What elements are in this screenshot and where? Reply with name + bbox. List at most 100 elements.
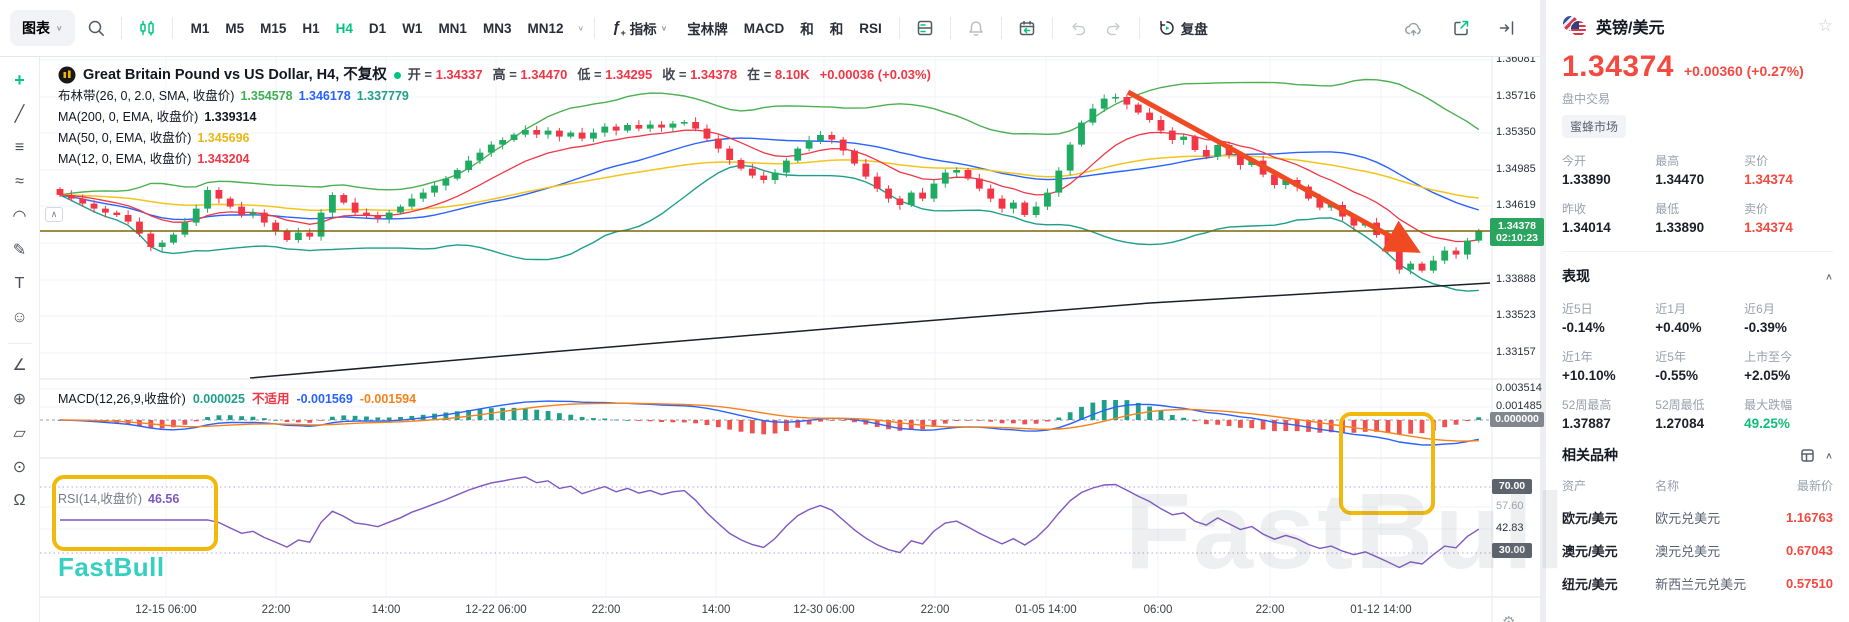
timeframe-h1[interactable]: H1 xyxy=(294,14,327,43)
pair-title: 英镑/美元 xyxy=(1596,14,1664,38)
timeframe-m1[interactable]: M1 xyxy=(183,14,218,43)
chart-type-button[interactable] xyxy=(132,12,162,44)
rsi-legend[interactable]: RSI(14,收盘价)46.56 xyxy=(58,488,179,507)
related-table-header: 资产名称最新价 xyxy=(1562,477,1833,494)
performance-cell: 近5日-0.14% xyxy=(1562,300,1655,335)
related-table: 欧元/美元欧元兑美元1.16763 澳元/美元澳元兑美元0.67043 纽元/美元新… xyxy=(1562,508,1833,593)
timeframe-d1[interactable]: D1 xyxy=(361,14,394,43)
share-button[interactable] xyxy=(1446,12,1476,44)
quote-sidebar: 英镑/美元 ☆ 1.34374 +0.00360 (+0.27%) 盘中交易 蜜… xyxy=(1546,0,1849,622)
currency-pair-flag-icon xyxy=(1562,15,1588,37)
text-tool-icon[interactable]: T xyxy=(5,269,35,299)
indicator-shortcut-3[interactable]: 和 xyxy=(823,12,851,44)
time-label: 14:00 xyxy=(372,604,401,616)
related-row[interactable]: 欧元/美元欧元兑美元1.16763 xyxy=(1562,508,1833,527)
session-label: 盘中交易 xyxy=(1562,90,1833,107)
axis-label: 1.33523 xyxy=(1496,309,1536,321)
time-label: 22:00 xyxy=(921,604,950,616)
collapse-panel-button[interactable] xyxy=(1492,12,1522,44)
chevron-up-icon[interactable]: ∧ xyxy=(1825,450,1833,460)
cloud-save-button[interactable] xyxy=(1398,12,1430,44)
undo-icon xyxy=(1068,18,1088,38)
indicator-shortcut-0[interactable]: 宝林牌 xyxy=(680,12,735,44)
curve-tool-icon[interactable]: ◠ xyxy=(5,201,35,231)
related-row[interactable]: 澳元/美元澳元兑美元0.67043 xyxy=(1562,541,1833,560)
time-label: 01-05 14:00 xyxy=(1015,604,1076,616)
indicator-shortcut-2[interactable]: 和 xyxy=(793,12,821,44)
timeframe-m15[interactable]: M15 xyxy=(252,14,294,43)
function-icon: ƒ+ xyxy=(612,19,626,38)
quote-stats-grid: 今开1.33890最高1.34470买价1.34374昨收1.34014最低1.… xyxy=(1562,152,1833,235)
related-col-header: 资产 xyxy=(1562,477,1655,494)
top-toolbar: 图表 ∨ M1M5M15H1H4D1W1MN1MN3MN12 ∨ ƒ+ 指标 ∨… xyxy=(0,0,1540,57)
eraser-tool-icon[interactable]: ▱ xyxy=(5,418,35,448)
time-label: 12-22 06:00 xyxy=(465,604,526,616)
alerts-button[interactable] xyxy=(961,12,991,44)
timeframe-m5[interactable]: M5 xyxy=(217,14,252,43)
timeframe-group: M1M5M15H1H4D1W1MN1MN3MN12 xyxy=(183,14,572,43)
axis-label: 0.001485 xyxy=(1496,400,1542,412)
economic-calendar-button[interactable] xyxy=(1012,12,1042,44)
divider xyxy=(1001,17,1002,39)
divider xyxy=(950,17,951,39)
indicator-shortcut-1[interactable]: MACD xyxy=(737,15,792,42)
replay-button[interactable]: 复盘 xyxy=(1150,12,1215,44)
favorite-star-icon[interactable]: ☆ xyxy=(1818,16,1833,36)
magnet-tool-icon[interactable]: Ω xyxy=(5,486,35,516)
ohlc-change: +0.00036 (+0.03%) xyxy=(820,65,931,85)
divider xyxy=(594,17,595,39)
last-price-badge: 1.3437802:10:23 xyxy=(1490,218,1544,246)
search-icon xyxy=(86,18,106,38)
last-price: 1.34374 xyxy=(1562,50,1674,84)
legend-ma12[interactable]: MA(12, 0, EMA, 收盘价)1.343204 xyxy=(58,149,931,169)
price-change: +0.00360 (+0.27%) xyxy=(1684,63,1804,79)
legend-ma50[interactable]: MA(50, 0, EMA, 收盘价)1.345696 xyxy=(58,128,931,148)
timeframes-chevron-down-icon[interactable]: ∨ xyxy=(577,24,584,33)
axis-label: 42.83 xyxy=(1496,522,1524,534)
search-button[interactable] xyxy=(81,12,111,44)
timeframe-w1[interactable]: W1 xyxy=(394,14,430,43)
timeframe-mn1[interactable]: MN1 xyxy=(430,14,475,43)
divider xyxy=(1052,17,1053,39)
trading-app: 图表 ∨ M1M5M15H1H4D1W1MN1MN3MN12 ∨ ƒ+ 指标 ∨… xyxy=(0,0,1849,622)
crosshair-tool-icon[interactable]: + xyxy=(5,65,35,95)
indicator-shortcut-4[interactable]: RSI xyxy=(852,15,889,42)
trendline-tool-icon[interactable]: ╱ xyxy=(5,99,35,129)
measure-tool-icon[interactable]: ∠ xyxy=(5,350,35,380)
stat-cell: 最高1.34470 xyxy=(1655,152,1744,187)
chart-canvas[interactable]: Great Britain Pound vs US Dollar, H4, 不复… xyxy=(40,57,1540,622)
wave-tool-icon[interactable]: ≈ xyxy=(5,167,35,197)
pane-collapse-button[interactable]: ∧ xyxy=(45,207,63,222)
zoom-in-tool-icon[interactable]: ⊕ xyxy=(5,384,35,414)
layout-button[interactable] xyxy=(910,12,940,44)
divider xyxy=(172,17,173,39)
table-view-icon[interactable] xyxy=(1800,448,1815,463)
axis-label: 1.34985 xyxy=(1496,163,1536,175)
legend-ma200[interactable]: MA(200, 0, EMA, 收盘价)1.339314 xyxy=(58,107,931,127)
timeframe-mn12[interactable]: MN12 xyxy=(519,14,571,43)
symbol-title-row: Great Britain Pound vs US Dollar, H4, 不复… xyxy=(58,65,931,85)
stickers-tool-icon[interactable]: ☺ xyxy=(5,303,35,333)
layout-icon xyxy=(915,18,935,38)
gear-icon[interactable]: ⚙ xyxy=(1502,613,1515,622)
compare-tool-icon[interactable]: ⊙ xyxy=(5,452,35,482)
macd-legend[interactable]: MACD(12,26,9,收盘价)0.000025不适用-0.001569-0.… xyxy=(58,388,416,407)
macd-zero-badge: 0.000000 xyxy=(1490,412,1544,427)
quote-header: 英镑/美元 ☆ xyxy=(1562,14,1833,38)
indicators-button[interactable]: ƒ+ 指标 ∨ xyxy=(605,12,674,44)
brush-tool-icon[interactable]: ✎ xyxy=(5,235,35,265)
time-label: 22:00 xyxy=(262,604,291,616)
timeframe-h4[interactable]: H4 xyxy=(328,14,361,43)
undo-button[interactable] xyxy=(1063,12,1093,44)
redo-button[interactable] xyxy=(1099,12,1129,44)
time-label: 12-15 06:00 xyxy=(135,604,196,616)
share-icon xyxy=(1451,18,1471,38)
related-row[interactable]: 纽元/美元新西兰元兑美元0.57510 xyxy=(1562,574,1833,593)
channels-tool-icon[interactable]: ≡ xyxy=(5,133,35,163)
legend-bollinger[interactable]: 布林带(26, 0, 2.0, SMA, 收盘价)1.3545781.34617… xyxy=(58,86,931,106)
related-section-header: 相关品种 ∧ xyxy=(1562,445,1833,465)
chevron-up-icon[interactable]: ∧ xyxy=(1825,271,1833,281)
timeframe-mn3[interactable]: MN3 xyxy=(475,14,520,43)
performance-cell: 近1年+10.10% xyxy=(1562,348,1655,383)
chart-menu-button[interactable]: 图表 ∨ xyxy=(10,10,75,46)
